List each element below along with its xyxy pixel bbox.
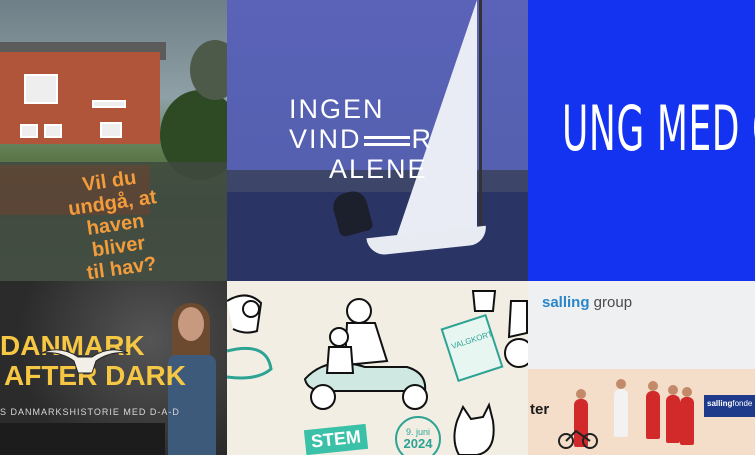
house-window — [20, 124, 38, 138]
news-tile-grid: Vil du undgå, at haven bliver til hav? I… — [0, 0, 755, 455]
tile-sailing[interactable]: INGEN VIND R ALENE — [227, 0, 528, 281]
house-window-sill — [92, 100, 126, 108]
ingen-vinder-alene-headline: INGEN VIND R ALENE — [289, 94, 434, 184]
tile-garden-flood[interactable]: Vil du undgå, at haven bliver til hav? — [0, 0, 227, 281]
house-illustration — [0, 52, 160, 144]
bicycle-icon — [558, 429, 598, 449]
bull-skull-icon — [41, 349, 129, 374]
salling-fondene-sign: sallingfonde — [704, 395, 755, 417]
tile-stem-illustration[interactable]: VALGKORT STEM 9. juni 2024 — [227, 281, 528, 455]
salling-fondene-promo: ter sallingfonde — [528, 369, 755, 455]
tile-danmark-after-dark[interactable]: DANMARK AFTER DARK S DANMARKSHISTORIE ME… — [0, 281, 227, 455]
house-window — [44, 124, 62, 138]
promo-text-fragment: ter — [530, 401, 550, 418]
salling-group-banner: salling group — [528, 281, 755, 369]
election-date-badge: 9. juni 2024 — [395, 416, 441, 455]
athlete-figure — [646, 381, 660, 439]
house-window — [100, 122, 122, 138]
show-subtitle: S DANMARKSHISTORIE MED D-A-D — [0, 407, 180, 417]
salling-group-logo: salling group — [542, 294, 633, 311]
athlete-figure — [666, 385, 680, 443]
audience — [0, 423, 165, 455]
tile-ung-med-os[interactable]: UNG MED OS — [528, 0, 755, 281]
athlete-figure — [614, 379, 628, 437]
voting-illustration: VALGKORT — [227, 290, 528, 455]
house-window — [24, 74, 58, 104]
athlete-figure — [680, 387, 694, 445]
stylized-e-glyph — [363, 135, 410, 146]
ung-med-os-headline: UNG MED OS — [562, 92, 755, 165]
mast — [479, 0, 482, 240]
tile-salling-group[interactable]: salling group ter sallingfonde — [528, 281, 755, 455]
